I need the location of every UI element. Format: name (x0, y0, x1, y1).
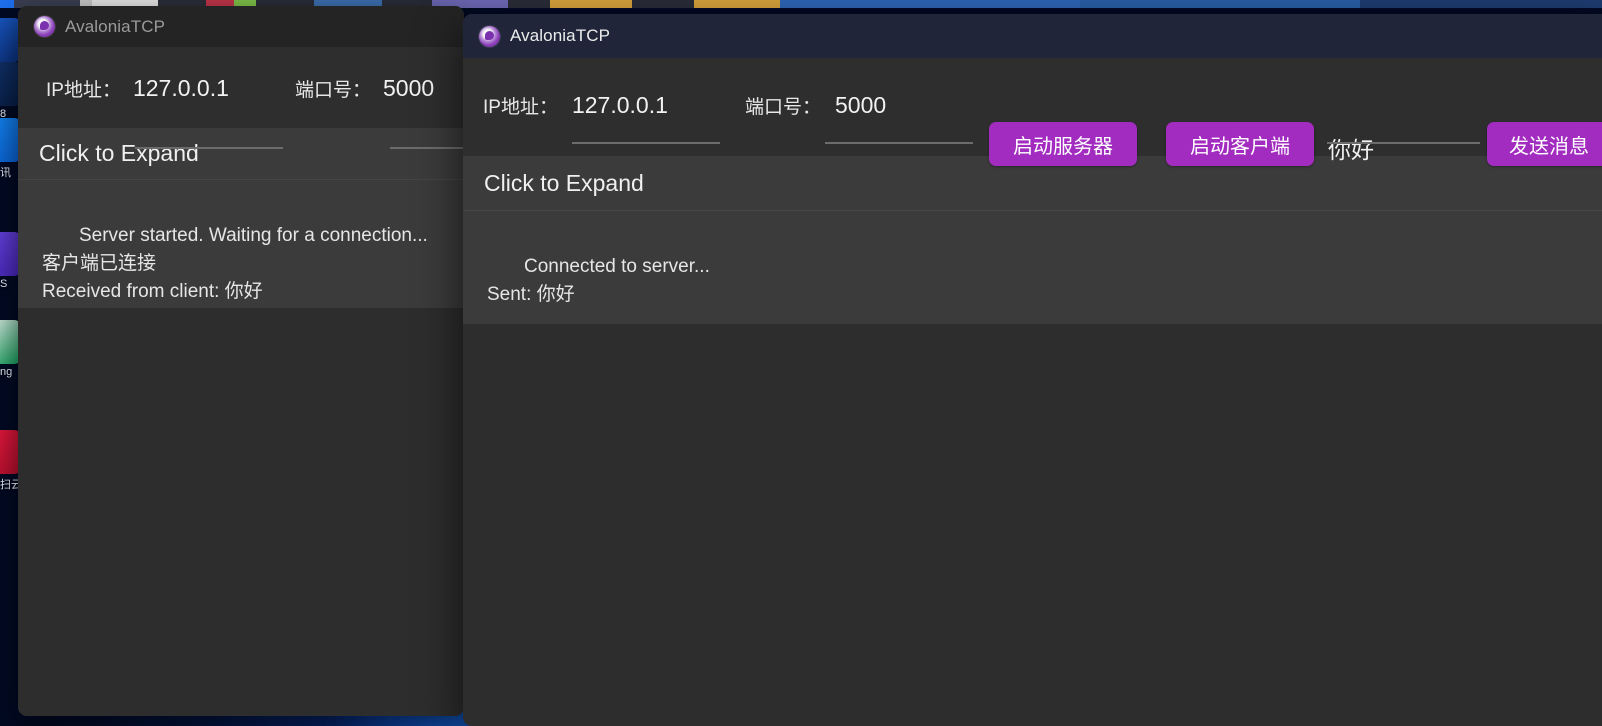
avalonia-logo-icon (479, 25, 500, 47)
background-app-thumb-17 (1360, 0, 1602, 8)
server-port-label: 端口号： (295, 80, 372, 101)
server-toolbar: IP地址： 127.0.0.1 端口号： 5000 (18, 47, 464, 149)
server-port-input[interactable]: 5000 (383, 75, 434, 102)
client-expand-label: Click to Expand (484, 169, 644, 196)
client-ip-underline (572, 142, 720, 144)
start-client-button[interactable]: 启动客户端 (1166, 122, 1314, 166)
client-log-pane[interactable]: Connected to server... Sent: 你好 (463, 210, 1602, 324)
client-port-underline (825, 142, 973, 144)
message-input-underline (1327, 142, 1480, 144)
client-ip-label: IP地址： (483, 97, 558, 118)
background-app-thumb-16 (1080, 0, 1360, 8)
server-ip-label: IP地址： (46, 80, 121, 101)
start-server-button[interactable]: 启动服务器 (989, 122, 1137, 166)
server-port-underline (390, 147, 464, 149)
client-window-title: AvaloniaTCP (510, 26, 611, 45)
server-expand-label: Click to Expand (39, 140, 199, 166)
server-window-title: AvaloniaTCP (65, 16, 166, 36)
client-window[interactable]: AvaloniaTCP IP地址： 127.0.0.1 端口号： 5000 启动… (463, 14, 1602, 726)
background-app-thumb-14 (694, 0, 780, 8)
server-expand-toggle[interactable]: Click to Expand (18, 128, 464, 179)
desktop-screen: 鱼8讯Sng扫云 AvaloniaTCP IP地址： 127.0.0.1 端口号… (0, 0, 1602, 726)
server-window-body (18, 308, 464, 716)
server-ip-field-group[interactable]: IP地址： 127.0.0.1 (46, 75, 229, 102)
background-app-thumb-15 (780, 0, 1080, 8)
client-window-body (463, 324, 1602, 726)
background-app-thumb-13 (632, 0, 694, 8)
avalonia-logo-icon (34, 16, 55, 37)
server-ip-underline (135, 147, 283, 149)
background-app-thumb-12 (550, 0, 632, 8)
client-window-titlebar[interactable]: AvaloniaTCP (463, 14, 1602, 58)
client-port-input[interactable]: 5000 (835, 92, 886, 119)
client-log-text: Connected to server... Sent: 你好 (487, 256, 710, 306)
server-window[interactable]: AvaloniaTCP IP地址： 127.0.0.1 端口号： 5000 Cl… (18, 6, 464, 716)
server-window-titlebar[interactable]: AvaloniaTCP (18, 6, 464, 47)
server-log-pane[interactable]: Server started. Waiting for a connection… (18, 179, 464, 308)
server-port-field-group[interactable]: 端口号： 5000 (295, 75, 434, 102)
server-ip-input[interactable]: 127.0.0.1 (133, 75, 229, 102)
background-app-thumb-11 (508, 0, 550, 8)
send-message-button[interactable]: 发送消息 (1487, 122, 1602, 166)
message-input[interactable]: 你好 (1328, 131, 1374, 165)
client-port-label: 端口号： (745, 97, 822, 118)
client-port-field-group[interactable]: 端口号： 5000 (745, 92, 886, 119)
client-toolbar: IP地址： 127.0.0.1 端口号： 5000 启动服务器 启动客户端 你好… (463, 58, 1602, 166)
client-ip-input[interactable]: 127.0.0.1 (572, 92, 668, 119)
server-log-text: Server started. Waiting for a connection… (42, 225, 428, 303)
client-ip-field-group[interactable]: IP地址： 127.0.0.1 (483, 92, 668, 119)
